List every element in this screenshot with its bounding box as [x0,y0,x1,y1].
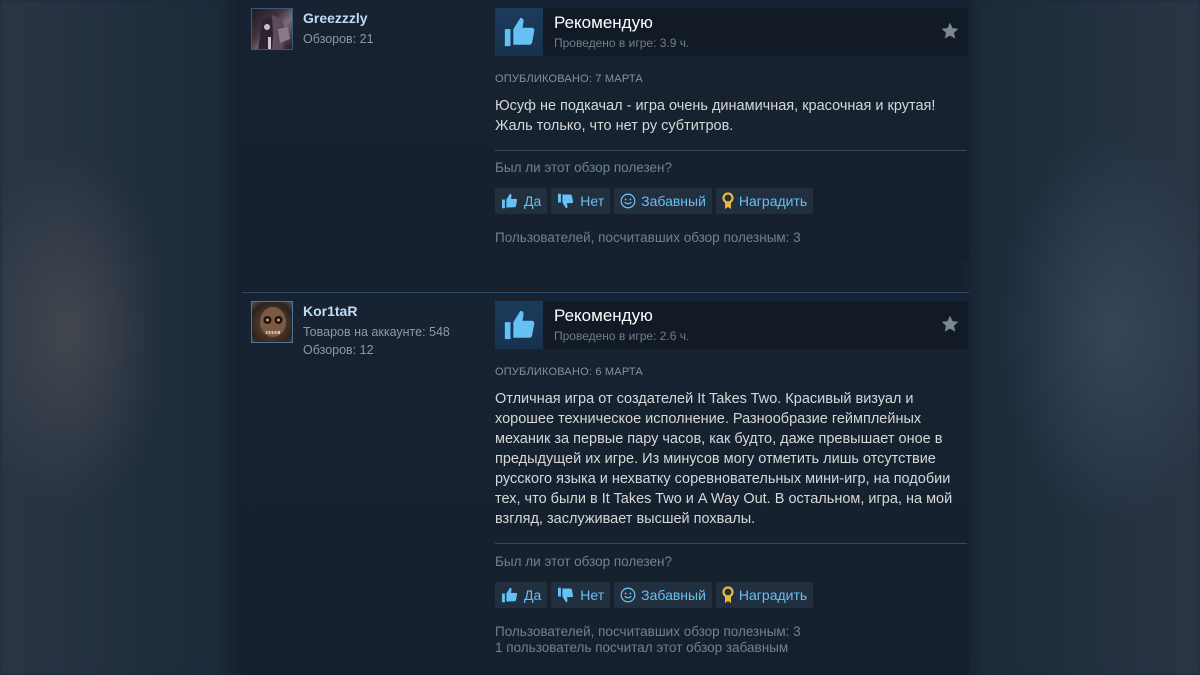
author-name[interactable]: Greezzzly [303,10,368,26]
no-label: Нет [580,587,605,603]
award-button[interactable]: Наградить [715,188,814,214]
helpful-counts: Пользователей, посчитавших обзор полезны… [495,230,801,246]
funny-label: Забавный [641,587,706,603]
divider [495,150,967,151]
helpful-counts: Пользователей, посчитавших обзор полезны… [495,624,801,656]
yes-button[interactable]: Да [495,582,548,608]
no-button[interactable]: Нет [551,582,611,608]
reviews-column: Greezzzly Обзоров: 21 Рекомендую Проведе… [242,0,969,675]
award-label: Наградить [738,193,808,209]
no-label: Нет [580,193,605,209]
helpful-question: Был ли этот обзор полезен? [495,554,672,569]
recommendation-title: Рекомендую [554,306,653,325]
rating-buttons: Да Нет Забавный Наградить [495,582,814,608]
award-icon [722,586,734,603]
review-card: Greezzzly Обзоров: 21 Рекомендую Проведе… [242,0,969,262]
thumb-box [495,8,543,56]
author-meta: Обзоров: 21 [303,30,374,48]
rating-buttons: Да Нет Забавный Наградить [495,188,814,214]
thumbs-up-icon [502,587,518,603]
divider [495,543,967,544]
star-icon[interactable] [940,21,960,41]
author-meta: Товаров на аккаунте: 548 Обзоров: 12 [303,323,450,359]
hours-played: Проведено в игре: 2.6 ч. [554,329,690,343]
posted-date: ОПУБЛИКОВАНО: 7 МАРТА [495,73,643,85]
smile-icon [620,193,636,209]
thumbs-up-icon [504,17,535,47]
award-button[interactable]: Наградить [715,582,814,608]
reviews-count[interactable]: Обзоров: 21 [303,30,374,48]
thumbs-up-icon [502,193,518,209]
products-count[interactable]: Товаров на аккаунте: 548 [303,323,450,341]
yes-button[interactable]: Да [495,188,548,214]
thumb-box [495,301,543,349]
yes-label: Да [524,587,542,603]
star-icon[interactable] [940,314,960,334]
posted-date: ОПУБЛИКОВАНО: 6 МАРТА [495,366,643,378]
vote-header[interactable]: Рекомендую Проведено в игре: 2.6 ч. [495,301,968,349]
reviews-count[interactable]: Обзоров: 12 [303,341,450,359]
helpful-count: Пользователей, посчитавших обзор полезны… [495,624,801,639]
thumbs-up-icon [504,310,535,340]
avatar-skull-icon [260,307,286,337]
no-button[interactable]: Нет [551,188,611,214]
avatar-image-icon [258,15,290,49]
author-name[interactable]: Kor1taR [303,303,357,319]
funny-button[interactable]: Забавный [614,582,712,608]
helpful-question: Был ли этот обзор полезен? [495,160,672,175]
yes-label: Да [524,193,542,209]
award-label: Наградить [738,587,808,603]
review-card: Kor1taR Товаров на аккаунте: 548 Обзоров… [242,292,969,675]
avatar[interactable] [251,301,293,343]
review-content: Юсуф не подкачал - игра очень динамичная… [495,98,936,134]
award-icon [722,192,734,209]
recommendation-title: Рекомендую [554,13,653,32]
vote-header[interactable]: Рекомендую Проведено в игре: 3.9 ч. [495,8,968,56]
smile-icon [620,587,636,603]
review-content: Отличная игра от создателей It Takes Two… [495,391,953,527]
funny-button[interactable]: Забавный [614,188,712,214]
thumbs-down-icon [558,587,574,603]
helpful-count: Пользователей, посчитавших обзор полезны… [495,230,801,245]
funny-label: Забавный [641,193,706,209]
avatar[interactable] [251,8,293,50]
thumbs-down-icon [558,193,574,209]
funny-count: 1 пользователь посчитал этот обзор забав… [495,640,789,655]
hours-played: Проведено в игре: 3.9 ч. [554,36,690,50]
